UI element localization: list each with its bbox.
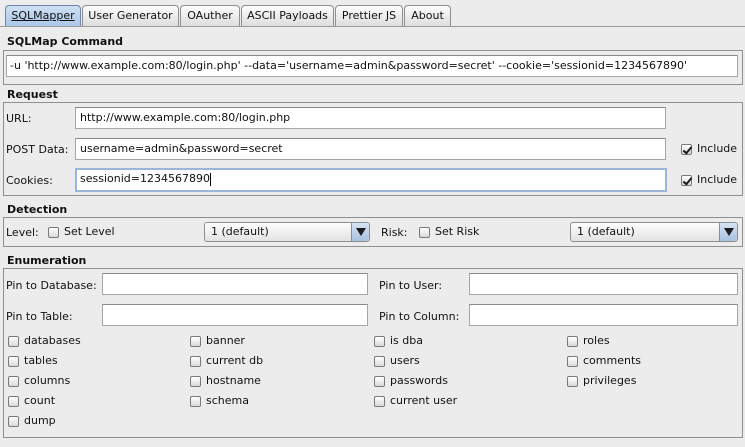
hostname-checkbox[interactable] <box>190 376 201 387</box>
count-checkbox[interactable] <box>8 396 19 407</box>
cookies-value: sessionid=1234567890 <box>80 172 210 185</box>
roles-label: roles <box>583 334 610 347</box>
banner-checkbox[interactable] <box>190 336 201 347</box>
tab-sqlmapper[interactable]: SQLMapper <box>5 5 81 27</box>
dump-label: dump <box>24 414 56 427</box>
users-label: users <box>390 354 420 367</box>
pin-user-label: Pin to User: <box>379 279 443 292</box>
risk-select[interactable]: 1 (default) <box>570 222 738 242</box>
risk-select-value: 1 (default) <box>577 225 635 238</box>
current-db-checkbox[interactable] <box>190 356 201 367</box>
tab-oauther[interactable]: OAuther <box>180 5 240 27</box>
cookies-label: Cookies: <box>6 174 53 187</box>
detection-panel: Level: Set Level 1 (default) Risk: Set R… <box>3 217 743 247</box>
passwords-label: passwords <box>390 374 448 387</box>
schema-checkbox[interactable] <box>190 396 201 407</box>
current-db-label: current db <box>206 354 264 367</box>
enumeration-panel: Pin to Database: Pin to User: Pin to Tab… <box>3 268 743 438</box>
set-risk-checkbox[interactable] <box>419 227 430 238</box>
level-label: Level: <box>6 226 39 239</box>
tab-user-generator[interactable]: User Generator <box>82 5 179 27</box>
pin-table-field[interactable] <box>102 304 368 326</box>
schema-label: schema <box>206 394 249 407</box>
request-title: Request <box>7 88 58 101</box>
sqlmap-command-field[interactable]: -u 'http://www.example.com:80/login.php'… <box>6 55 738 77</box>
text-caret <box>209 172 211 186</box>
post-include-checkbox[interactable] <box>681 144 692 155</box>
tab-about[interactable]: About <box>404 5 451 27</box>
post-data-field[interactable]: username=admin&password=secret <box>75 138 666 160</box>
sqlmap-command-panel: -u 'http://www.example.com:80/login.php'… <box>3 50 743 85</box>
pin-column-field[interactable] <box>469 304 738 326</box>
detection-title: Detection <box>7 203 68 216</box>
enumeration-title: Enumeration <box>7 254 87 267</box>
tables-label: tables <box>24 354 58 367</box>
set-level-checkbox[interactable] <box>48 227 59 238</box>
cookies-include-checkbox[interactable] <box>681 175 692 186</box>
post-include-label: Include <box>697 142 738 155</box>
cookies-include-label: Include <box>697 173 738 186</box>
url-label: URL: <box>6 112 32 125</box>
tab-prettier-js[interactable]: Prettier JS <box>335 5 403 27</box>
databases-checkbox[interactable] <box>8 336 19 347</box>
tab-ascii-payloads[interactable]: ASCII Payloads <box>241 5 334 27</box>
users-checkbox[interactable] <box>374 356 385 367</box>
level-select[interactable]: 1 (default) <box>204 222 370 242</box>
level-select-value: 1 (default) <box>211 225 269 238</box>
request-panel: URL: http://www.example.com:80/login.php… <box>3 102 743 196</box>
pin-column-label: Pin to Column: <box>379 310 460 323</box>
is-dba-label: is dba <box>390 334 423 347</box>
hostname-label: hostname <box>206 374 261 387</box>
tab-bar: SQLMapper User Generator OAuther ASCII P… <box>0 0 745 27</box>
url-field[interactable]: http://www.example.com:80/login.php <box>75 107 666 129</box>
columns-label: columns <box>24 374 71 387</box>
post-data-label: POST Data: <box>6 143 69 156</box>
privileges-label: privileges <box>583 374 637 387</box>
tables-checkbox[interactable] <box>8 356 19 367</box>
comments-checkbox[interactable] <box>567 356 578 367</box>
pin-user-field[interactable] <box>469 273 738 295</box>
dump-checkbox[interactable] <box>8 416 19 427</box>
cookies-field[interactable]: sessionid=1234567890 <box>75 168 667 192</box>
pin-database-field[interactable] <box>102 273 368 295</box>
chevron-down-icon <box>351 223 369 241</box>
pin-database-label: Pin to Database: <box>6 279 97 292</box>
pin-table-label: Pin to Table: <box>6 310 73 323</box>
columns-checkbox[interactable] <box>8 376 19 387</box>
roles-checkbox[interactable] <box>567 336 578 347</box>
set-risk-label: Set Risk <box>435 225 480 238</box>
passwords-checkbox[interactable] <box>374 376 385 387</box>
databases-label: databases <box>24 334 81 347</box>
risk-label: Risk: <box>381 226 408 239</box>
comments-label: comments <box>583 354 641 367</box>
tab-divider <box>0 26 745 27</box>
count-label: count <box>24 394 56 407</box>
current-user-checkbox[interactable] <box>374 396 385 407</box>
sqlmap-command-title: SQLMap Command <box>7 35 124 48</box>
current-user-label: current user <box>390 394 458 407</box>
banner-label: banner <box>206 334 245 347</box>
chevron-down-icon <box>719 223 737 241</box>
is-dba-checkbox[interactable] <box>374 336 385 347</box>
set-level-label: Set Level <box>64 225 115 238</box>
privileges-checkbox[interactable] <box>567 376 578 387</box>
